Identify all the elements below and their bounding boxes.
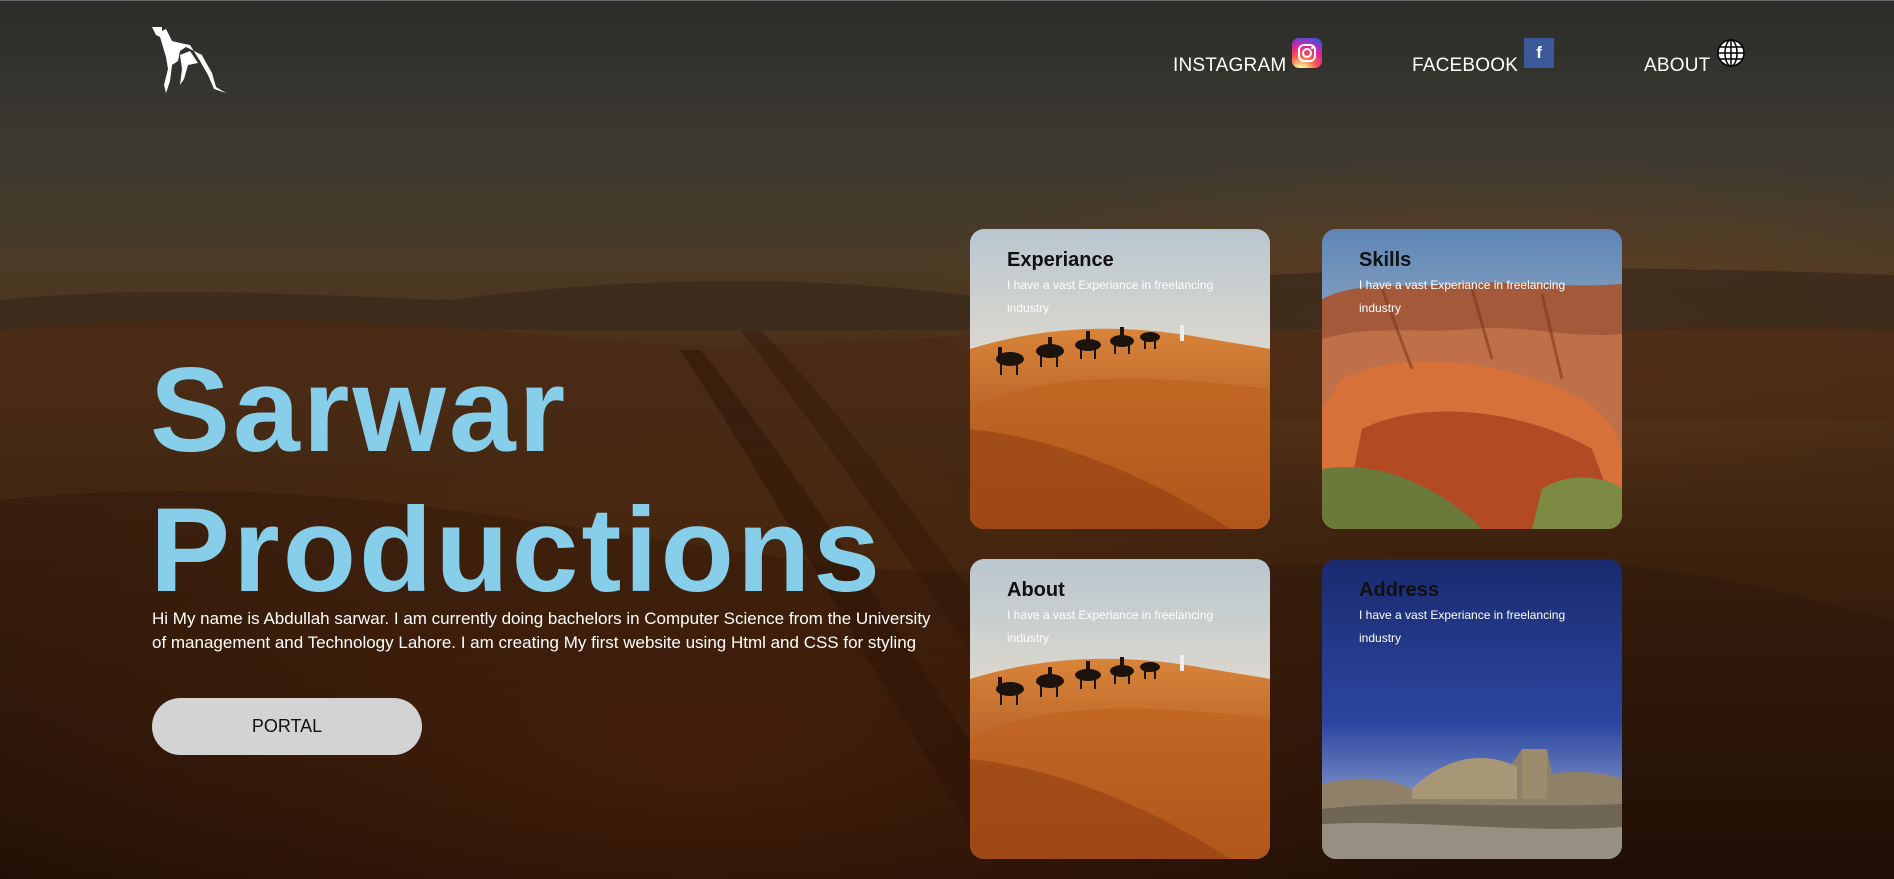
card-title: Skills (1359, 249, 1412, 271)
card-title: About (1007, 579, 1065, 601)
globe-icon[interactable] (1716, 38, 1746, 68)
nav-instagram-label[interactable]: INSTAGRAM (1173, 55, 1286, 77)
hero-title-line-1: Sarwar (150, 343, 569, 477)
card-description: I have a vast Experiance in freelancing … (1007, 278, 1214, 315)
hero-title: Sarwar Productions (150, 340, 883, 620)
card-about[interactable]: About I have a vast Experiance in freela… (970, 559, 1270, 859)
card-description: I have a vast Experiance in freelancing … (1007, 608, 1214, 645)
nav-facebook-label[interactable]: FACEBOOK (1412, 55, 1518, 77)
portal-button[interactable]: PORTAL (152, 698, 422, 755)
nav-instagram[interactable]: INSTAGRAM (1173, 38, 1323, 77)
card-title: Experiance (1007, 249, 1114, 271)
card-skills[interactable]: Skills I have a vast Experiance in freel… (1322, 229, 1622, 529)
nav-facebook[interactable]: FACEBOOK f (1412, 38, 1555, 77)
card-experiance[interactable]: Experiance I have a vast Experiance in f… (970, 229, 1270, 529)
hero-title-line-2: Productions (150, 483, 884, 617)
nav-about-label[interactable]: ABOUT (1644, 55, 1710, 77)
camel-logo[interactable] (150, 25, 228, 95)
instagram-icon[interactable] (1292, 38, 1323, 68)
facebook-icon[interactable]: f (1524, 38, 1555, 68)
card-description: I have a vast Experiance in freelancing … (1359, 608, 1566, 645)
card-description: I have a vast Experiance in freelancing … (1359, 278, 1566, 315)
card-title: Address (1359, 579, 1440, 601)
intro-paragraph: Hi My name is Abdullah sarwar. I am curr… (152, 609, 931, 652)
nav-about[interactable]: ABOUT (1644, 38, 1746, 77)
card-address[interactable]: Address I have a vast Experiance in free… (1322, 559, 1622, 859)
